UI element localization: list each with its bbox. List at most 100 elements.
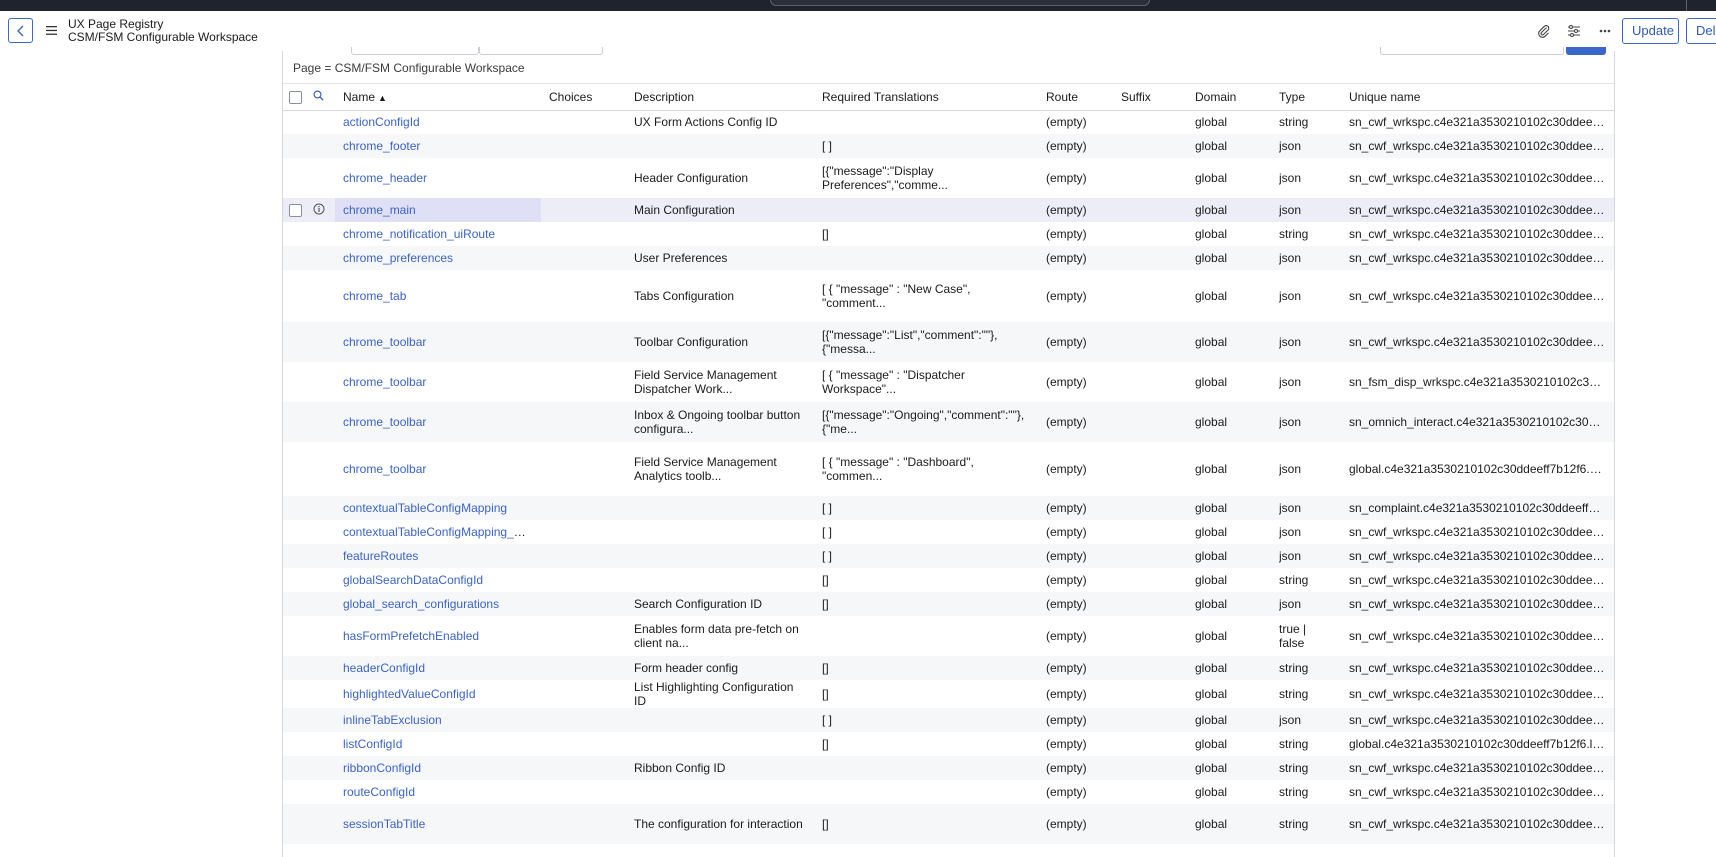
list-new-button-ghost[interactable] xyxy=(1566,47,1606,55)
table-row[interactable]: ribbonConfigId Ribbon Config ID (empty) glo… xyxy=(283,756,1614,780)
column-header-translations[interactable]: Required Translations xyxy=(814,84,1038,111)
table-row[interactable]: routeConfigId (empty) global string sn_cwf_w… xyxy=(283,780,1614,804)
table-row[interactable]: global_search_configurations Search Confi… xyxy=(283,592,1614,616)
row-select-cell xyxy=(283,616,309,656)
table-row[interactable]: chrome_preferences User Preferences (empty… xyxy=(283,246,1614,270)
table-row[interactable]: sessionTabTitle The configuration for int… xyxy=(283,804,1614,844)
cell-name[interactable]: global_search_configurations xyxy=(335,592,541,616)
personalize-form-button[interactable] xyxy=(1565,22,1583,40)
cell-name[interactable]: hasFormPrefetchEnabled xyxy=(335,616,541,656)
table-row[interactable]: hasFormPrefetchEnabled Enables form data … xyxy=(283,616,1614,656)
record-link[interactable]: chrome_toolbar xyxy=(343,415,426,429)
context-menu-button[interactable] xyxy=(43,22,59,38)
cell-name[interactable]: chrome_toolbar xyxy=(335,442,541,496)
column-header-choices[interactable]: Choices xyxy=(541,84,626,111)
list-control-ghost[interactable] xyxy=(351,47,479,55)
delete-button[interactable]: Dele xyxy=(1686,18,1716,44)
record-link[interactable]: headerConfigId xyxy=(343,661,425,675)
record-link[interactable]: featureRoutes xyxy=(343,549,418,563)
table-row[interactable]: contextualTableConfigMapping [ ] (empty) gl… xyxy=(283,496,1614,520)
cell-name[interactable]: chrome_toolbar xyxy=(335,322,541,362)
list-search-ghost[interactable] xyxy=(1380,47,1564,55)
column-header-name[interactable]: Name ▲ xyxy=(335,84,541,111)
cell-name[interactable]: actionConfigId xyxy=(335,110,541,134)
table-row[interactable]: globalSearchDataConfigId [] (empty) global s… xyxy=(283,568,1614,592)
record-link[interactable]: chrome_toolbar xyxy=(343,335,426,349)
attachment-button[interactable] xyxy=(1535,22,1553,40)
record-link[interactable]: actionConfigId xyxy=(343,115,420,129)
table-row[interactable]: inlineTabExclusion [ ] (empty) global json sn… xyxy=(283,708,1614,732)
record-link[interactable]: chrome_notification_uiRoute xyxy=(343,227,495,241)
cell-name[interactable]: chrome_header xyxy=(335,158,541,198)
cell-name[interactable]: chrome_toolbar xyxy=(335,402,541,442)
table-row[interactable]: chrome_header Header Configuration [{"mess… xyxy=(283,158,1614,198)
cell-name[interactable]: ribbonConfigId xyxy=(335,756,541,780)
cell-name[interactable]: contextualTableConfigMapping xyxy=(335,496,541,520)
record-link[interactable]: chrome_header xyxy=(343,171,427,185)
cell-unique: sn_cwf_wrkspc.c4e321a3530210102c30ddeeff… xyxy=(1349,227,1614,241)
table-row[interactable]: chrome_notification_uiRoute [] (empty) glob… xyxy=(283,222,1614,246)
record-link[interactable]: highlightedValueConfigId xyxy=(343,687,476,701)
cell-name[interactable]: globalSearchDataConfigId xyxy=(335,568,541,592)
cell-name[interactable]: routeConfigId xyxy=(335,780,541,804)
update-button[interactable]: Update xyxy=(1622,18,1679,44)
column-header-description[interactable]: Description xyxy=(626,84,814,111)
record-link[interactable]: sessionTabTitle xyxy=(343,817,425,831)
cell-name[interactable]: inlineTabExclusion xyxy=(335,708,541,732)
table-row[interactable]: chrome_toolbar Field Service Management D… xyxy=(283,362,1614,402)
select-all-checkbox[interactable] xyxy=(289,90,302,104)
table-row[interactable]: listConfigId [] (empty) global string global.… xyxy=(283,732,1614,756)
info-icon[interactable] xyxy=(313,203,325,215)
record-link[interactable]: listConfigId xyxy=(343,737,402,751)
table-row[interactable]: highlightedValueConfigId List Highlightin… xyxy=(283,680,1614,708)
column-header-unique[interactable]: Unique name xyxy=(1341,84,1614,111)
column-header-type[interactable]: Type xyxy=(1271,84,1341,111)
cell-name[interactable]: chrome_footer xyxy=(335,134,541,158)
record-link[interactable]: routeConfigId xyxy=(343,785,415,799)
table-row[interactable]: chrome_main Main Configuration (empty) glob… xyxy=(283,198,1614,222)
record-link[interactable]: chrome_preferences xyxy=(343,251,453,265)
record-link[interactable]: chrome_main xyxy=(343,203,416,217)
table-row[interactable]: chrome_toolbar Toolbar Configuration [{"me… xyxy=(283,322,1614,362)
record-link[interactable]: globalSearchDataConfigId xyxy=(343,573,483,587)
cell-name[interactable]: chrome_main xyxy=(335,198,541,222)
cell-name[interactable]: contextualTableConfigMapping_main xyxy=(335,520,541,544)
table-row[interactable]: chrome_toolbar Inbox & Ongoing toolbar bu… xyxy=(283,402,1614,442)
global-search-ghost[interactable] xyxy=(770,0,1150,6)
record-link[interactable]: global_search_configurations xyxy=(343,597,499,611)
record-link[interactable]: contextualTableConfigMapping xyxy=(343,501,507,515)
record-link[interactable]: contextualTableConfigMapping_main xyxy=(343,525,540,539)
record-link[interactable]: hasFormPrefetchEnabled xyxy=(343,629,479,643)
table-row[interactable]: contextualTableConfigMapping_main [ ] (emp… xyxy=(283,520,1614,544)
back-button[interactable] xyxy=(8,18,33,43)
column-header-route[interactable]: Route xyxy=(1038,84,1113,111)
table-row[interactable]: featureRoutes [ ] (empty) global json sn_cwf_… xyxy=(283,544,1614,568)
table-row[interactable]: chrome_toolbar Field Service Management A… xyxy=(283,442,1614,496)
table-row[interactable]: chrome_tab Tabs Configuration [ { "message… xyxy=(283,270,1614,322)
record-link[interactable]: chrome_toolbar xyxy=(343,462,426,476)
filter-breadcrumb[interactable]: Page = CSM/FSM Configurable Workspace xyxy=(293,61,525,75)
column-header-domain[interactable]: Domain xyxy=(1187,84,1271,111)
cell-name[interactable]: chrome_notification_uiRoute xyxy=(335,222,541,246)
cell-name[interactable]: headerConfigId xyxy=(335,656,541,680)
cell-name[interactable]: listConfigId xyxy=(335,732,541,756)
record-link[interactable]: chrome_footer xyxy=(343,139,420,153)
cell-name[interactable]: chrome_preferences xyxy=(335,246,541,270)
table-row[interactable]: headerConfigId Form header config [] (empty… xyxy=(283,656,1614,680)
cell-name[interactable]: featureRoutes xyxy=(335,544,541,568)
record-link[interactable]: ribbonConfigId xyxy=(343,761,421,775)
cell-name[interactable]: chrome_toolbar xyxy=(335,362,541,402)
cell-name[interactable]: sessionTabTitle xyxy=(335,804,541,844)
column-header-suffix[interactable]: Suffix xyxy=(1113,84,1187,111)
search-icon[interactable] xyxy=(313,90,324,101)
record-link[interactable]: inlineTabExclusion xyxy=(343,713,442,727)
more-options-button[interactable] xyxy=(1596,22,1614,40)
cell-name[interactable]: chrome_tab xyxy=(335,270,541,322)
row-checkbox[interactable] xyxy=(289,204,302,218)
cell-name[interactable]: highlightedValueConfigId xyxy=(335,680,541,708)
table-row[interactable]: chrome_footer [ ] (empty) global json sn_cwf_… xyxy=(283,134,1614,158)
record-link[interactable]: chrome_toolbar xyxy=(343,375,426,389)
table-row[interactable]: actionConfigId UX Form Actions Config ID (… xyxy=(283,110,1614,134)
list-control-ghost[interactable] xyxy=(479,47,603,55)
record-link[interactable]: chrome_tab xyxy=(343,289,406,303)
